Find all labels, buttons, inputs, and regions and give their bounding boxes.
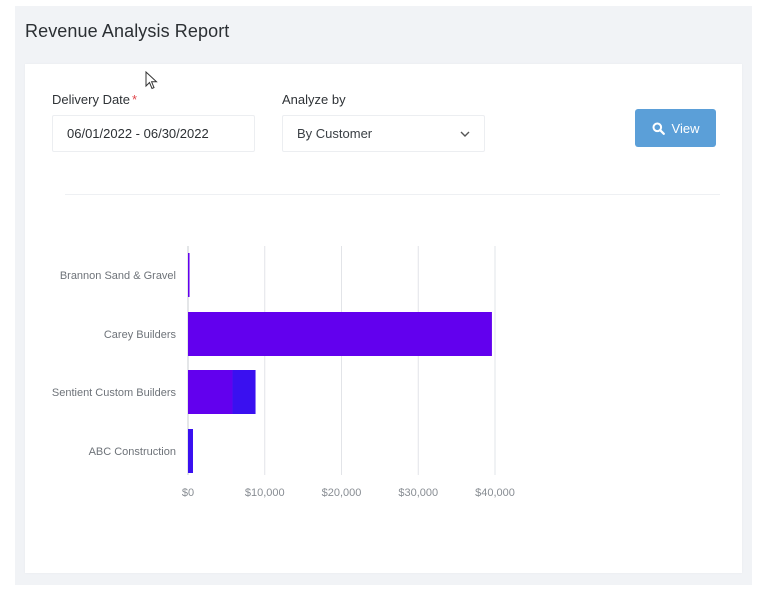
bar [188, 370, 233, 414]
x-tick-label: $0 [182, 487, 194, 499]
revenue-bar-chart: $0 $10,000 $20,000 $30,000 $40,000 Brannon Sa… [52, 246, 515, 499]
x-tick-label: $20,000 [322, 487, 362, 499]
x-tick-label: $40,000 [475, 487, 515, 499]
category-label: Carey Builders [104, 329, 177, 341]
category-label: Brannon Sand & Gravel [60, 270, 176, 282]
bar [188, 429, 193, 473]
bar [188, 312, 492, 356]
x-tick-label: $30,000 [398, 487, 438, 499]
report-card: Delivery Date * 06/01/2022 - 06/30/2022 A… [25, 64, 742, 573]
category-label: Sentient Custom Builders [52, 387, 177, 399]
bar [188, 253, 190, 297]
category-label: ABC Construction [89, 446, 176, 458]
x-tick-label: $10,000 [245, 487, 285, 499]
bar [232, 370, 256, 414]
report-page: Revenue Analysis Report Delivery Date * 0… [15, 6, 752, 585]
page-title: Revenue Analysis Report [25, 21, 230, 41]
